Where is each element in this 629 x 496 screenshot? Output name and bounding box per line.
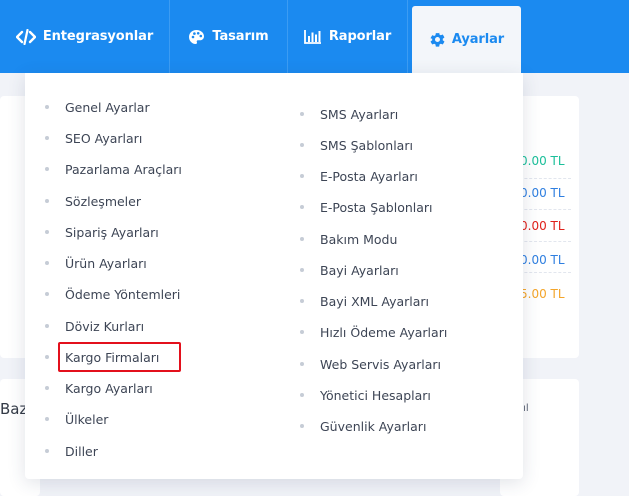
menu-item-label: Döviz Kurları [65, 318, 145, 334]
menu-item-sms-sablonlari[interactable]: SMS Şablonları [300, 135, 413, 155]
menu-item-eposta-ayarlari[interactable]: E-Posta Ayarları [300, 166, 418, 186]
menu-item-label: Ülkeler [65, 411, 109, 427]
menu-item-label: Ürün Ayarları [65, 255, 147, 271]
menu-item-yonetici-hesaplari[interactable]: Yönetici Hesapları [300, 385, 431, 405]
section-heading: Baz [0, 400, 28, 418]
bullet-icon [45, 261, 49, 265]
menu-item-kargo-ayarlari[interactable]: Kargo Ayarları [45, 378, 153, 398]
menu-item-sozlesmeler[interactable]: Sözleşmeler [45, 191, 141, 211]
bar-chart-icon [303, 29, 322, 44]
bullet-icon [300, 143, 304, 147]
menu-item-label: Bakım Modu [320, 231, 398, 247]
bullet-icon [300, 330, 304, 334]
bullet-icon [300, 268, 304, 272]
bullet-icon [45, 355, 49, 359]
bullet-icon [300, 424, 304, 428]
menu-item-label: Web Servis Ayarları [320, 356, 441, 372]
menu-item-label: E-Posta Şablonları [320, 199, 433, 215]
tab-label: Entegrasyonlar [42, 29, 154, 44]
menu-item-label: Hızlı Ödeme Ayarları [320, 324, 448, 340]
bullet-icon [45, 386, 49, 390]
menu-item-label: Yönetici Hesapları [320, 387, 431, 403]
bullet-icon [45, 324, 49, 328]
highlight-box [58, 342, 181, 372]
menu-item-ulkeler[interactable]: Ülkeler [45, 409, 108, 429]
menu-item-bakim-modu[interactable]: Bakım Modu [300, 229, 397, 249]
bullet-icon [45, 199, 49, 203]
amount-value: 0.00 TL [520, 154, 565, 168]
palette-icon [188, 29, 205, 45]
menu-item-eposta-sablonlari[interactable]: E-Posta Şablonları [300, 197, 433, 217]
menu-item-web-servis-ayarlari[interactable]: Web Servis Ayarları [300, 354, 441, 374]
menu-item-sms-ayarlari[interactable]: SMS Ayarları [300, 104, 398, 124]
menu-item-genel-ayarlar[interactable]: Genel Ayarlar [45, 97, 150, 117]
bullet-icon [300, 237, 304, 241]
settings-dropdown-menu: Genel Ayarlar SEO Ayarları Pazarlama Ara… [25, 73, 523, 479]
menu-item-siparis-ayarlari[interactable]: Sipariş Ayarları [45, 222, 159, 242]
menu-item-label: Sipariş Ayarları [65, 224, 159, 240]
menu-item-guvenlik-ayarlari[interactable]: Güvenlik Ayarları [300, 416, 426, 436]
menu-item-label: Bayi XML Ayarları [320, 293, 430, 309]
menu-item-label: Ödeme Yöntemleri [65, 286, 181, 302]
menu-item-label: Kargo Ayarları [65, 380, 153, 396]
menu-item-pazarlama-araclari[interactable]: Pazarlama Araçları [45, 159, 182, 179]
menu-item-odeme-yontemleri[interactable]: Ödeme Yöntemleri [45, 284, 180, 304]
menu-item-label: Genel Ayarlar [65, 99, 150, 115]
menu-item-label: Güvenlik Ayarları [320, 418, 427, 434]
menu-item-doviz-kurlari[interactable]: Döviz Kurları [45, 316, 144, 336]
bullet-icon [45, 292, 49, 296]
menu-item-label: Diller [65, 443, 98, 459]
menu-item-urun-ayarlari[interactable]: Ürün Ayarları [45, 253, 147, 273]
bullet-icon [300, 112, 304, 116]
bullet-icon [45, 417, 49, 421]
tab-entegrasyonlar[interactable]: Entegrasyonlar [0, 0, 170, 73]
tab-tasarim[interactable]: Tasarım [170, 0, 288, 73]
menu-item-label: E-Posta Ayarları [320, 168, 418, 184]
menu-item-label: SMS Ayarları [320, 106, 399, 122]
menu-item-label: Bayi Ayarları [320, 262, 399, 278]
bullet-icon [300, 393, 304, 397]
tab-label: Ayarlar [451, 32, 505, 47]
bullet-icon [45, 136, 49, 140]
menu-item-label: SMS Şablonları [320, 137, 413, 153]
bullet-icon [45, 449, 49, 453]
menu-item-bayi-xml-ayarlari[interactable]: Bayi XML Ayarları [300, 291, 429, 311]
menu-item-diller[interactable]: Diller [45, 441, 98, 461]
tab-ayarlar[interactable]: Ayarlar [412, 6, 521, 73]
menu-item-hizli-odeme-ayarlari[interactable]: Hızlı Ödeme Ayarları [300, 322, 447, 342]
tab-raporlar[interactable]: Raporlar [288, 0, 408, 73]
menu-item-label: Pazarlama Araçları [65, 161, 182, 177]
bullet-icon [300, 362, 304, 366]
bullet-icon [300, 205, 304, 209]
bullet-icon [45, 167, 49, 171]
tab-label: Raporlar [328, 29, 392, 44]
bullet-icon [45, 105, 49, 109]
amount-value: 0.00 TL [520, 186, 565, 200]
amount-value: 0.00 TL [520, 219, 565, 233]
menu-item-bayi-ayarlari[interactable]: Bayi Ayarları [300, 260, 399, 280]
amount-value: 5.00 TL [520, 287, 565, 301]
gear-icon [429, 31, 446, 48]
bullet-icon [45, 230, 49, 234]
bullet-icon [300, 299, 304, 303]
tab-label: Tasarım [212, 29, 269, 44]
menu-item-label: Sözleşmeler [65, 193, 141, 209]
amount-value: 0.00 TL [520, 253, 565, 267]
top-navbar: Entegrasyonlar Tasarım Raporlar Ayarlar [0, 0, 629, 73]
code-icon [15, 28, 36, 45]
menu-item-seo-ayarlari[interactable]: SEO Ayarları [45, 128, 142, 148]
bullet-icon [300, 174, 304, 178]
menu-item-label: SEO Ayarları [65, 130, 143, 146]
